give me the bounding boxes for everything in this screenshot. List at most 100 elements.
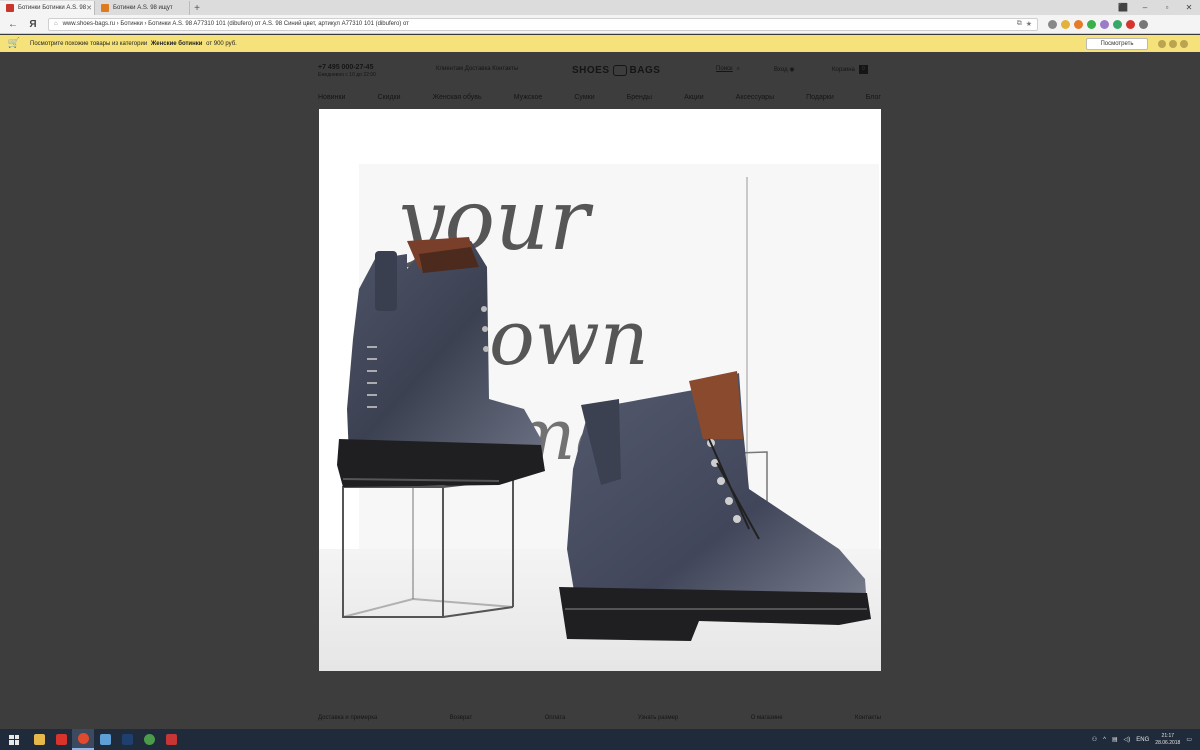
cart-count-badge: 0 xyxy=(858,65,868,74)
notification-prefix: Посмотрите похожие товары из категории xyxy=(30,40,148,47)
calculator-icon xyxy=(99,734,111,745)
search-label: Поиск xyxy=(716,66,733,72)
address-toolbar: ← Я ⌂ www.shoes-bags.ru › Ботинки › Боти… xyxy=(0,15,1200,34)
taskbar-calculator[interactable] xyxy=(94,729,116,750)
footer-link[interactable]: Контакты xyxy=(855,715,881,721)
user-icon: ◉ xyxy=(789,67,795,73)
taskbar-explorer[interactable] xyxy=(28,729,50,750)
back-arrow-icon[interactable]: ← xyxy=(6,17,20,31)
taskbar-photoshop[interactable] xyxy=(116,729,138,750)
close-icon[interactable] xyxy=(1180,39,1188,48)
url-actions: ⧉ ★ xyxy=(1017,20,1032,28)
logo-text-left: SHOES xyxy=(572,65,610,76)
clock-time: 21:17 xyxy=(1161,732,1175,739)
nav-item[interactable]: Мужское xyxy=(514,94,543,101)
footer-link[interactable]: Возврат xyxy=(450,715,473,721)
bookmark-star-icon[interactable]: ★ xyxy=(1026,20,1032,28)
shopping-notification-bar: 🛒 Посмотрите похожие товары из категории… xyxy=(0,35,1200,52)
nav-item[interactable]: Новинки xyxy=(318,94,345,101)
taskbar-yandex[interactable] xyxy=(160,729,182,750)
maximize-button[interactable]: ▫ xyxy=(1156,3,1178,12)
extension-icon[interactable] xyxy=(1087,19,1096,29)
extension-badge-icon[interactable]: ⬛ xyxy=(1112,3,1134,12)
extension-icon[interactable] xyxy=(1113,19,1122,29)
notification-text: Посмотрите похожие товары из категории Ж… xyxy=(30,41,237,47)
favicon-icon xyxy=(101,4,109,12)
window-controls: ⬛ – ▫ ✕ xyxy=(1112,0,1200,15)
chevron-up-icon[interactable]: ^ xyxy=(1103,737,1106,743)
nav-item[interactable]: Скидки xyxy=(377,94,400,101)
boots-photo-illustration: your own magic xyxy=(319,109,881,671)
close-window-button[interactable]: ✕ xyxy=(1178,3,1200,12)
yandex-icon xyxy=(165,734,177,745)
clock-date: 28.06.2018 xyxy=(1155,739,1181,746)
footer-link[interactable]: Оплата xyxy=(545,715,566,721)
settings-icon[interactable] xyxy=(1158,39,1166,48)
nav-item[interactable]: Сумки xyxy=(574,94,594,101)
nav-item[interactable]: Блог xyxy=(866,94,881,101)
media-icon xyxy=(55,734,67,745)
shopping-cart-icon: 🛒 xyxy=(7,38,21,49)
close-tab-icon[interactable]: ✕ xyxy=(86,4,92,12)
lock-icon: ⌂ xyxy=(54,21,58,27)
yandex-logo-icon[interactable]: Я xyxy=(26,17,40,31)
info-icon[interactable] xyxy=(1169,39,1177,48)
login-link[interactable]: Вход ◉ xyxy=(774,66,795,73)
site-logo[interactable]: SHOES BAGS xyxy=(572,65,660,76)
minimize-button[interactable]: – xyxy=(1134,3,1156,12)
notification-category-link[interactable]: Женские ботинки xyxy=(151,41,203,47)
nav-item[interactable]: Акции xyxy=(684,94,704,101)
nav-item[interactable]: Подарки xyxy=(806,94,834,101)
extensions-bar xyxy=(1048,19,1148,29)
footer-navigation: Доставка и примерка Возврат Оплата Узнат… xyxy=(318,715,881,721)
windows-taskbar: ⚇ ^ ▤ ◁) ENG 21:17 28.06.2018 ▭ xyxy=(0,729,1200,750)
main-navigation: Новинки Скидки Женская обувь Мужское Сум… xyxy=(318,94,881,101)
phone-number[interactable]: +7 495 000-27-45 xyxy=(318,64,373,71)
extension-icon[interactable] xyxy=(1126,19,1135,29)
extension-icon[interactable] xyxy=(1061,19,1070,29)
windows-start-button[interactable] xyxy=(0,729,28,750)
favicon-icon xyxy=(6,4,14,12)
nav-item[interactable]: Женская обувь xyxy=(433,94,482,101)
translate-icon[interactable]: ⧉ xyxy=(1017,20,1022,28)
tab-title: Ботинки Ботинки A.S. 98 xyxy=(18,5,87,11)
working-hours: Ежедневно с 10 до 22:00 xyxy=(318,72,376,78)
footer-link[interactable]: О магазине xyxy=(751,715,783,721)
people-icon[interactable]: ⚇ xyxy=(1092,736,1097,743)
extension-icon[interactable] xyxy=(1048,19,1057,29)
product-photo-lightbox[interactable]: your own magic xyxy=(319,109,881,671)
taskbar-chrome[interactable] xyxy=(138,729,160,750)
view-button[interactable]: Посмотреть xyxy=(1086,37,1148,50)
nav-item[interactable]: Бренды xyxy=(627,94,652,101)
system-clock[interactable]: 21:17 28.06.2018 xyxy=(1155,733,1180,747)
taskbar-yandex-browser[interactable] xyxy=(72,729,94,750)
folder-icon xyxy=(33,734,45,745)
network-icon[interactable]: ▤ xyxy=(1112,736,1118,743)
yandex-browser-icon xyxy=(77,733,89,744)
url-text: www.shoes-bags.ru › Ботинки › Ботинки A.… xyxy=(62,21,409,27)
footer-link[interactable]: Доставка и примерка xyxy=(318,715,377,721)
url-bar[interactable]: ⌂ www.shoes-bags.ru › Ботинки › Ботинки … xyxy=(48,17,1038,31)
system-tray: ⚇ ^ ▤ ◁) ENG 21:17 28.06.2018 ▭ xyxy=(1092,733,1200,747)
taskbar-media[interactable] xyxy=(50,729,72,750)
notification-center-icon[interactable]: ▭ xyxy=(1186,736,1192,743)
browser-tab[interactable]: Ботинки A.S. 98 ищут xyxy=(95,1,190,15)
footer-link[interactable]: Узнать размер xyxy=(638,715,678,721)
new-tab-button[interactable]: + xyxy=(190,1,204,15)
top-menu[interactable]: Клиентам Доставка Контакты xyxy=(436,66,518,72)
windows-logo-icon xyxy=(9,734,19,745)
header-cart[interactable]: Корзина 0 xyxy=(832,65,868,74)
extension-icon[interactable] xyxy=(1100,19,1109,29)
extension-icon[interactable] xyxy=(1074,19,1083,29)
downloads-icon[interactable] xyxy=(1139,19,1148,29)
nav-item[interactable]: Аксессуары xyxy=(736,94,774,101)
cart-label: Корзина xyxy=(832,66,855,73)
volume-icon[interactable]: ◁) xyxy=(1124,736,1131,743)
notification-price: от 900 руб. xyxy=(206,40,237,47)
browser-tab-strip: Ботинки Ботинки A.S. 98 ✕ Ботинки A.S. 9… xyxy=(0,0,1200,15)
header-search[interactable]: Поиск ⌕ xyxy=(716,66,740,73)
tab-title: Ботинки A.S. 98 ищут xyxy=(113,5,173,11)
language-indicator[interactable]: ENG xyxy=(1136,737,1149,743)
logo-mark-icon xyxy=(612,65,627,76)
browser-tab-active[interactable]: Ботинки Ботинки A.S. 98 ✕ xyxy=(0,1,95,15)
